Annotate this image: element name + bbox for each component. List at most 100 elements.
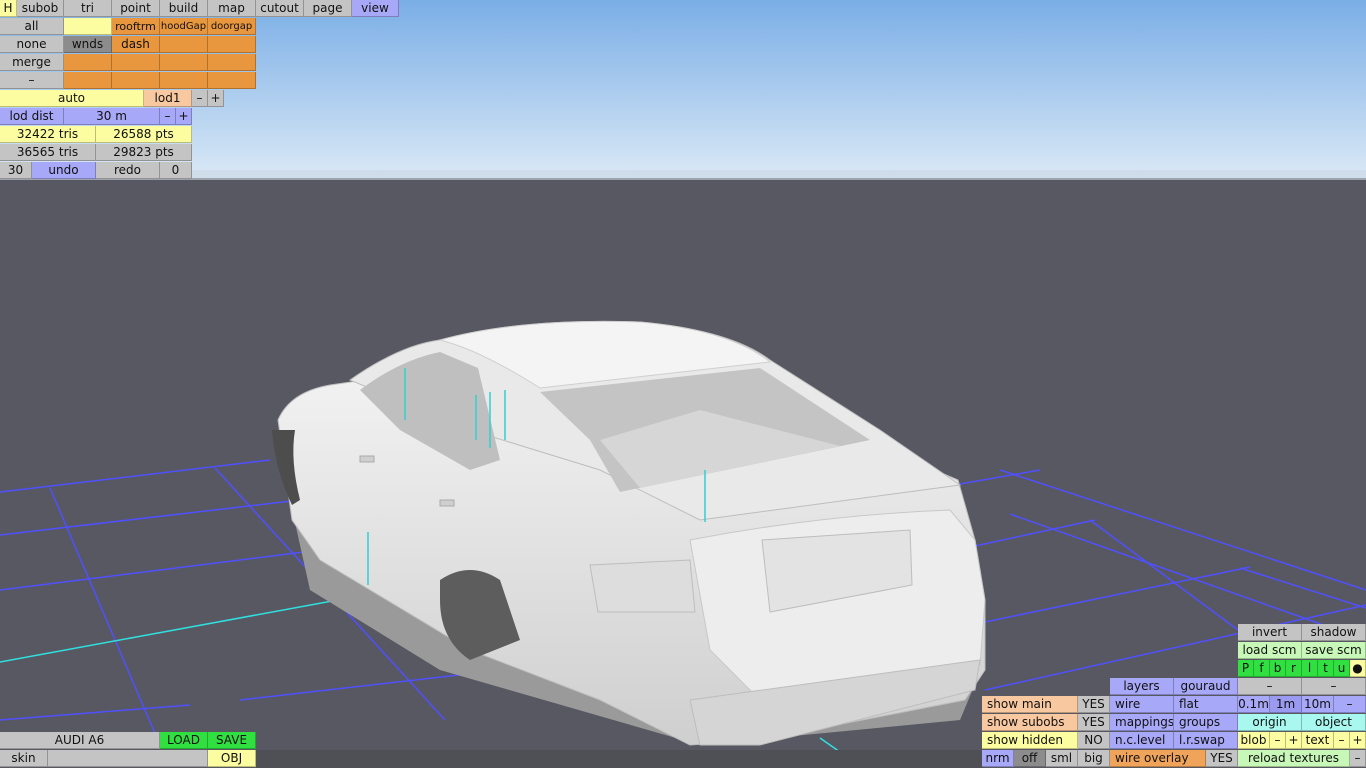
object-button[interactable]: object [1302, 714, 1366, 731]
normals-big-button[interactable]: big [1078, 750, 1110, 767]
blob-minus-button[interactable]: – [1270, 732, 1286, 749]
load-button[interactable]: LOAD [160, 732, 208, 749]
subob-slot-wnds[interactable]: wnds [64, 36, 112, 53]
view-right-button[interactable]: r [1286, 660, 1302, 677]
show-subobs-value[interactable]: YES [1078, 714, 1110, 731]
subob-slot-empty[interactable] [112, 72, 160, 89]
shadow-button[interactable]: shadow [1302, 624, 1366, 641]
tab-map[interactable]: map [208, 0, 256, 17]
lod-plus-button[interactable]: + [208, 90, 224, 107]
skin-label: skin [0, 750, 48, 767]
subob-slot-empty[interactable] [64, 72, 112, 89]
subob-slot-dash[interactable]: dash [112, 36, 160, 53]
undo-count: 30 [0, 162, 32, 179]
scale-minus-button[interactable]: – [1334, 696, 1366, 713]
normals-off-button[interactable]: off [1014, 750, 1046, 767]
text-button[interactable]: text [1302, 732, 1334, 749]
redo-count: 0 [160, 162, 192, 179]
lod-dist-minus-button[interactable]: – [160, 108, 176, 125]
origin-button[interactable]: origin [1238, 714, 1302, 731]
view-back-button[interactable]: b [1270, 660, 1286, 677]
groups-button[interactable]: groups [1174, 714, 1238, 731]
mappings-button[interactable]: mappings [1110, 714, 1174, 731]
subob-slot-empty[interactable] [208, 54, 256, 71]
lod-dist-plus-button[interactable]: + [176, 108, 192, 125]
flat-button[interactable]: flat [1174, 696, 1238, 713]
tab-cutout[interactable]: cutout [256, 0, 304, 17]
load-scm-button[interactable]: load scm [1238, 642, 1302, 659]
subob-none-button[interactable]: none [0, 36, 64, 53]
3d-viewport[interactable] [0, 0, 1366, 768]
subob-minus-button[interactable]: – [0, 72, 64, 89]
show-hidden-button[interactable]: show hidden [982, 732, 1078, 749]
view-front-button[interactable]: f [1254, 660, 1270, 677]
text-minus-button[interactable]: – [1334, 732, 1350, 749]
subob-slot-empty[interactable] [160, 54, 208, 71]
view-under-button[interactable]: u [1334, 660, 1350, 677]
text-plus-button[interactable]: + [1350, 732, 1366, 749]
gouraud-button[interactable]: gouraud [1174, 678, 1238, 695]
scale-1m-button[interactable]: 1m [1270, 696, 1302, 713]
subob-slot-empty[interactable] [208, 36, 256, 53]
show-hidden-value[interactable]: NO [1078, 732, 1110, 749]
zoom-out-alt-button[interactable]: – [1302, 678, 1366, 695]
subob-slot-empty[interactable] [208, 72, 256, 89]
tab-build[interactable]: build [160, 0, 208, 17]
layers-button[interactable]: layers [1110, 678, 1174, 695]
subob-slot-hoodgap[interactable]: hoodGap [160, 18, 208, 35]
blob-plus-button[interactable]: + [1286, 732, 1302, 749]
wire-overlay-button[interactable]: wire overlay [1110, 750, 1206, 767]
subob-slot-main[interactable] [64, 18, 112, 35]
normals-sml-button[interactable]: sml [1046, 750, 1078, 767]
lod-dist-value: 30 m [64, 108, 160, 125]
tab-subob[interactable]: subob [17, 0, 64, 17]
point-count: 26588 pts [96, 126, 192, 143]
help-button[interactable]: H [0, 0, 17, 17]
scale-0.1m-button[interactable]: 0.1m [1238, 696, 1270, 713]
subob-slot-empty[interactable] [112, 54, 160, 71]
subob-slot-empty[interactable] [160, 36, 208, 53]
lod-auto-button[interactable]: auto [0, 90, 144, 107]
bottom-strip [256, 750, 984, 768]
subob-all-button[interactable]: all [0, 18, 64, 35]
subob-slot-rooftrm[interactable]: rooftrm [112, 18, 160, 35]
subob-slot-doorgap[interactable]: doorgap [208, 18, 256, 35]
tab-point[interactable]: point [112, 0, 160, 17]
reload-minus-button[interactable]: – [1350, 750, 1366, 767]
wire-button[interactable]: wire [1110, 696, 1174, 713]
tab-view[interactable]: view [352, 0, 399, 17]
lod-dist-label: lod dist [0, 108, 64, 125]
invert-button[interactable]: invert [1238, 624, 1302, 641]
show-subobs-button[interactable]: show subobs [982, 714, 1078, 731]
model-name-field[interactable]: AUDI A6 [0, 732, 160, 749]
normals-nrm-button[interactable]: nrm [982, 750, 1014, 767]
reload-textures-button[interactable]: reload textures [1238, 750, 1350, 767]
undo-button[interactable]: undo [32, 162, 96, 179]
lod-minus-button[interactable]: – [192, 90, 208, 107]
zoom-out-button[interactable]: – [1238, 678, 1302, 695]
show-main-value[interactable]: YES [1078, 696, 1110, 713]
scale-10m-button[interactable]: 10m [1302, 696, 1334, 713]
view-left-button[interactable]: l [1302, 660, 1318, 677]
redo-button[interactable]: redo [96, 162, 160, 179]
view-top-button[interactable]: t [1318, 660, 1334, 677]
total-point-count: 29823 pts [96, 144, 192, 161]
skin-field[interactable] [48, 750, 208, 767]
lod-level-label: lod1 [144, 90, 192, 107]
subob-merge-button[interactable]: merge [0, 54, 64, 71]
wire-overlay-value[interactable]: YES [1206, 750, 1238, 767]
show-main-button[interactable]: show main [982, 696, 1078, 713]
obj-export-button[interactable]: OBJ [208, 750, 256, 767]
view-dot-button[interactable]: ● [1350, 660, 1366, 677]
save-scm-button[interactable]: save scm [1302, 642, 1366, 659]
lr-swap-button[interactable]: l.r.swap [1174, 732, 1238, 749]
total-tri-count: 36565 tris [0, 144, 96, 161]
blob-button[interactable]: blob [1238, 732, 1270, 749]
view-perspective-button[interactable]: P [1238, 660, 1254, 677]
subob-slot-empty[interactable] [64, 54, 112, 71]
nc-level-button[interactable]: n.c.level [1110, 732, 1174, 749]
tab-tri[interactable]: tri [64, 0, 112, 17]
save-button[interactable]: SAVE [208, 732, 256, 749]
subob-slot-empty[interactable] [160, 72, 208, 89]
tab-page[interactable]: page [304, 0, 352, 17]
